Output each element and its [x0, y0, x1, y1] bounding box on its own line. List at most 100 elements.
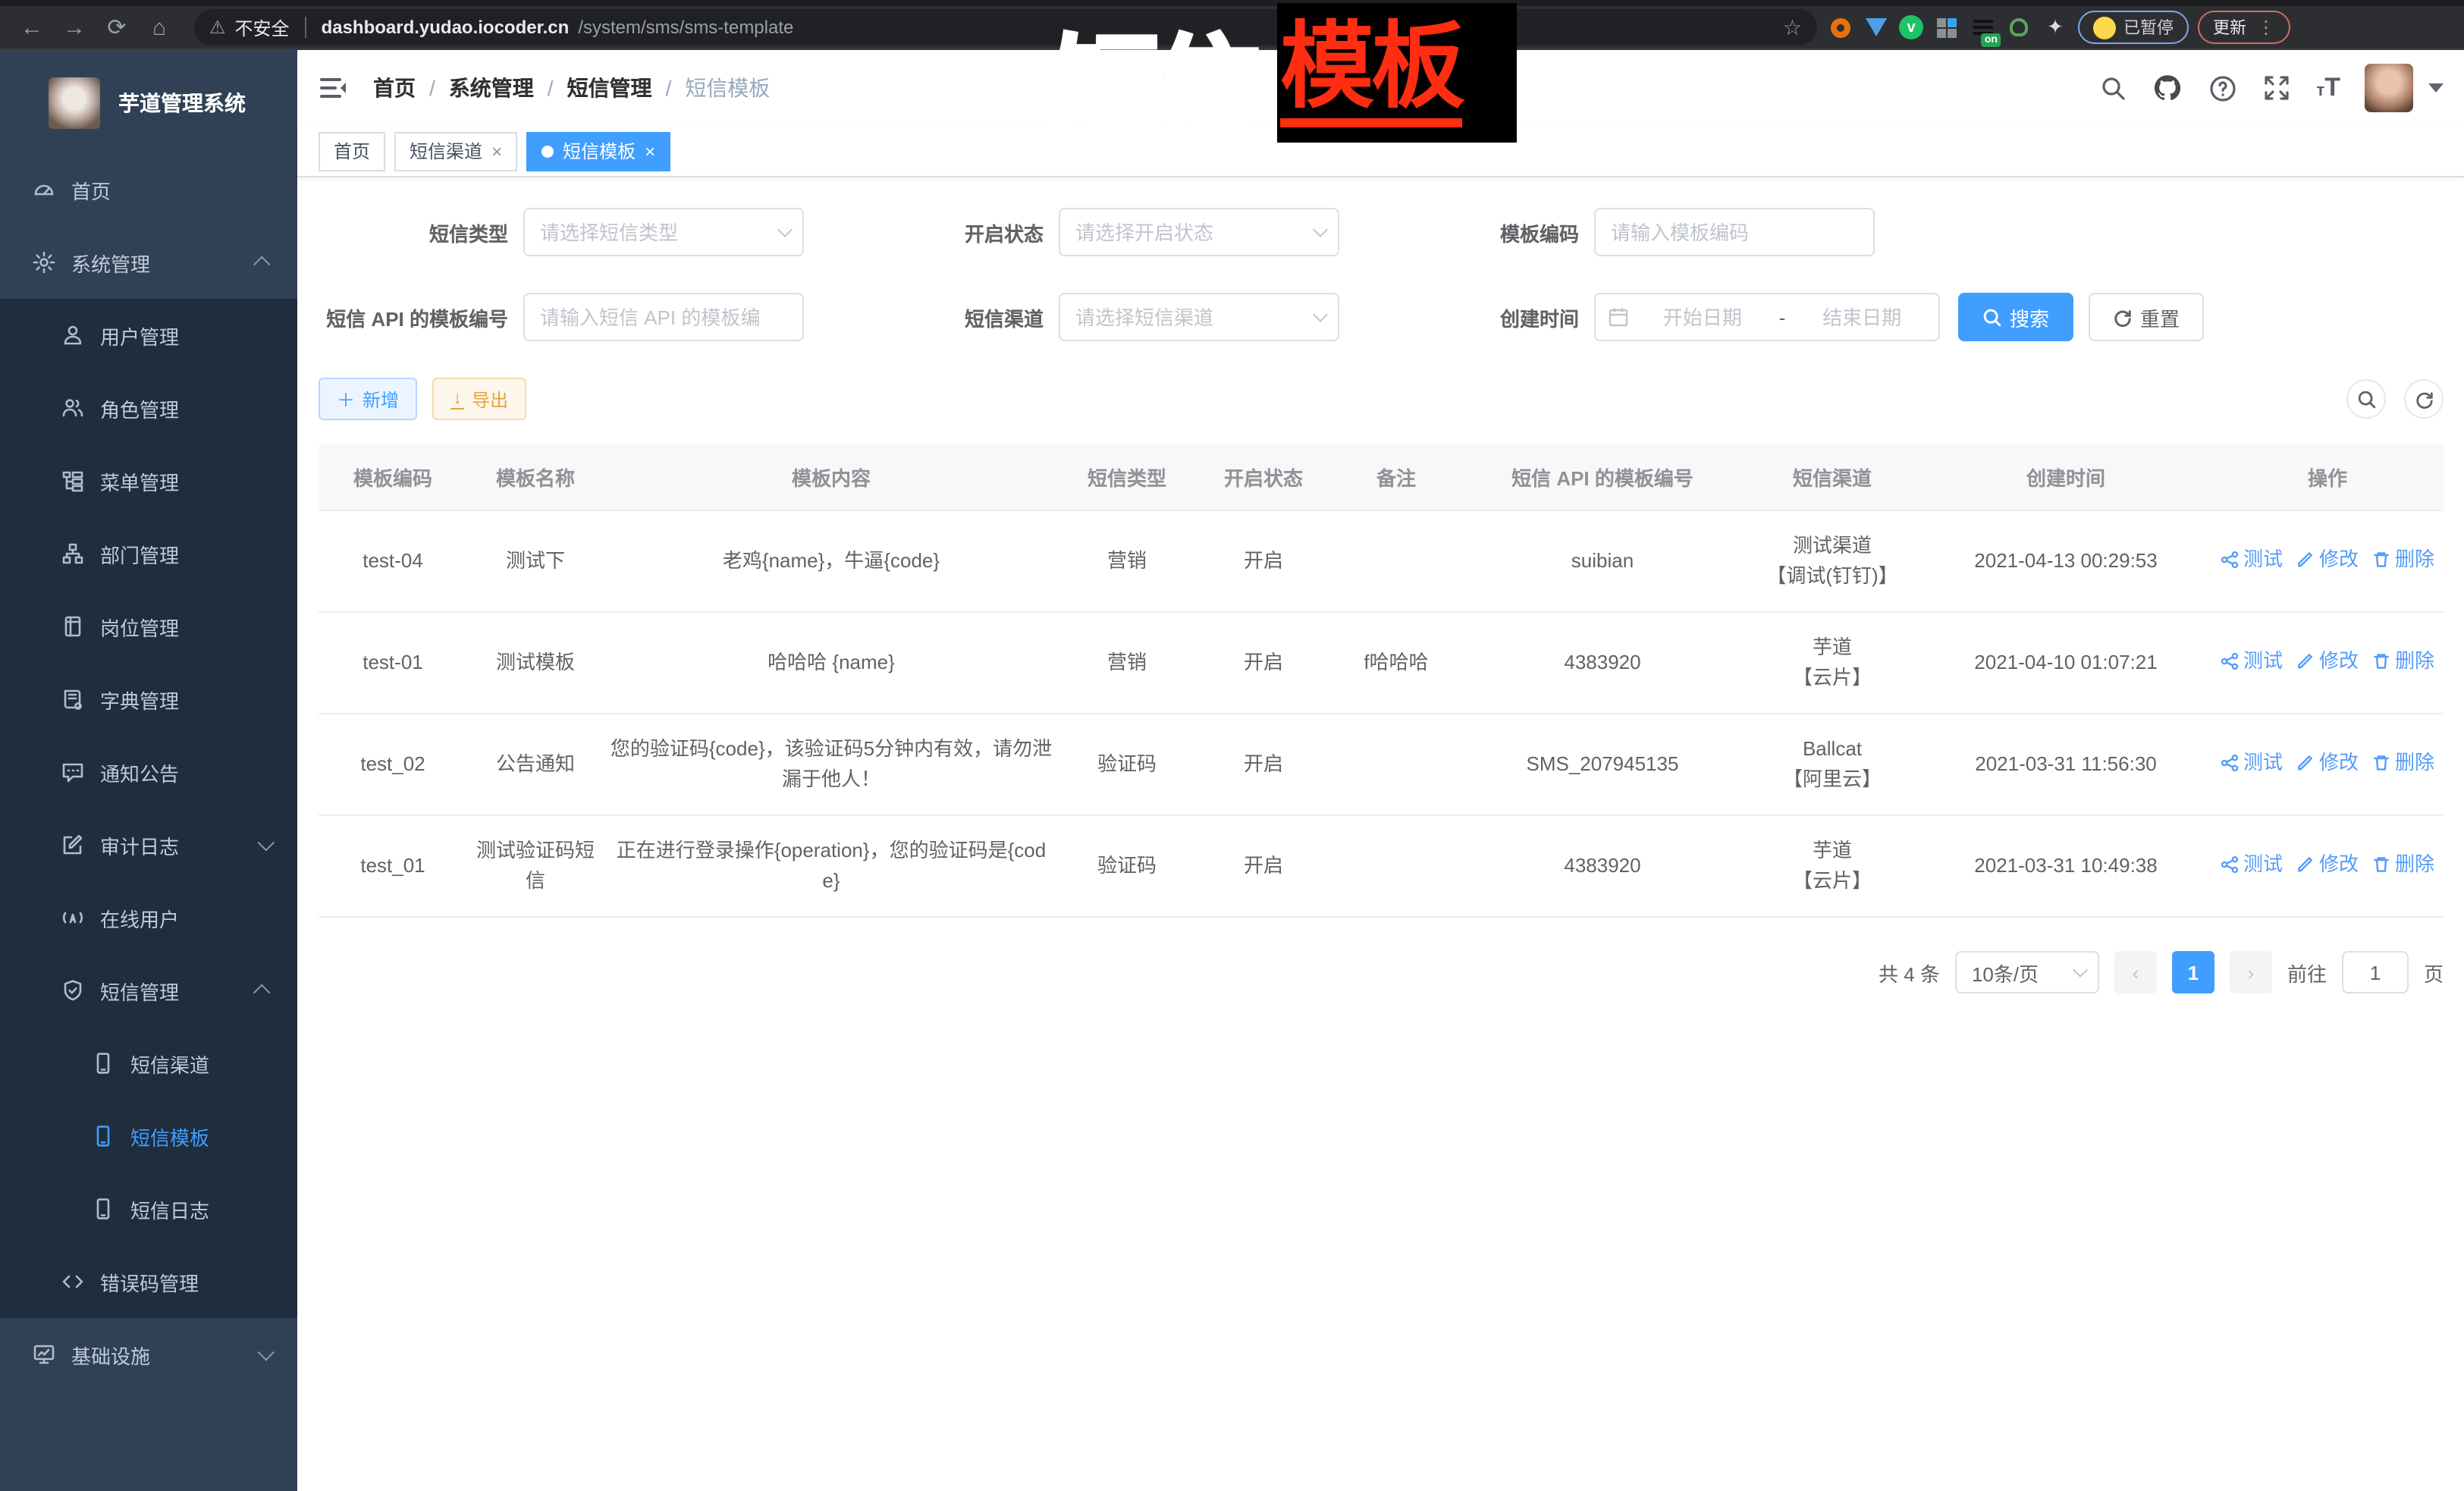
template-code-input[interactable] [1608, 219, 1861, 245]
sidebar-item-departments[interactable]: 部门管理 [0, 517, 297, 590]
page-size-value[interactable] [1969, 959, 2066, 985]
export-button[interactable]: ↓ 导出 [432, 378, 526, 420]
search-button[interactable]: 搜索 [1958, 293, 2073, 341]
add-button[interactable]: ＋ 新增 [319, 378, 417, 420]
toggle-search-button[interactable] [2346, 379, 2386, 419]
date-range-picker[interactable]: - [1594, 293, 1940, 341]
close-icon[interactable]: × [645, 140, 655, 162]
sidebar-item-sms-channel[interactable]: 短信渠道 [0, 1027, 297, 1100]
extension-orange-icon[interactable] [1826, 14, 1853, 41]
sidebar-item-posts[interactable]: 岗位管理 [0, 590, 297, 663]
sidebar-item-audit-logs[interactable]: 审计日志 [0, 808, 297, 881]
sidebar-item-error-codes[interactable]: 错误码管理 [0, 1245, 297, 1318]
cell-channel: Ballcat 【阿里云】 [1744, 714, 1920, 815]
close-icon[interactable]: × [491, 140, 502, 162]
prev-page-button[interactable]: ‹ [2114, 951, 2157, 993]
breadcrumb-sms[interactable]: 短信管理 [567, 73, 652, 103]
delete-link[interactable]: 删除 [2372, 849, 2434, 880]
cell-code: test_01 [319, 815, 467, 917]
bookmark-star-icon[interactable]: ☆ [1783, 14, 1802, 40]
tab-home[interactable]: 首页 [319, 131, 385, 171]
goto-page-input[interactable] [2356, 959, 2395, 985]
goto-label: 前往 [2287, 958, 2327, 987]
sidebar-item-infrastructure[interactable]: 基础设施 [0, 1318, 297, 1391]
template-code-field[interactable] [1594, 208, 1875, 256]
extension-gem-icon[interactable] [1863, 14, 1890, 41]
sidebar-item-label: 首页 [71, 175, 111, 204]
status-select-input[interactable] [1072, 219, 1306, 245]
delete-link[interactable]: 删除 [2372, 748, 2434, 778]
sidebar-item-sms-template[interactable]: 短信模板 [0, 1100, 297, 1172]
refresh-button[interactable] [2404, 379, 2444, 419]
github-icon[interactable] [2152, 73, 2183, 103]
chrome-menu-icon[interactable]: ⋮ [2257, 17, 2275, 38]
sidebar-item-users[interactable]: 用户管理 [0, 299, 297, 372]
sidebar-item-online-users[interactable]: 在线用户 [0, 881, 297, 954]
monitor-icon [32, 1342, 56, 1367]
test-link[interactable]: 测试 [2221, 748, 2283, 778]
test-link[interactable]: 测试 [2221, 646, 2283, 676]
api-template-id-field[interactable] [523, 293, 804, 341]
reset-button[interactable]: 重置 [2089, 293, 2204, 341]
font-size-icon[interactable]: тT [2316, 73, 2340, 103]
edit-link[interactable]: 修改 [2296, 646, 2359, 676]
status-select[interactable] [1059, 208, 1339, 256]
sidebar-toggle-icon[interactable] [319, 73, 349, 103]
sidebar-item-sms-log[interactable]: 短信日志 [0, 1172, 297, 1245]
book-icon [61, 687, 85, 711]
filter-api-template-id: 短信 API 的模板编号 [319, 293, 804, 341]
extension-v-icon[interactable]: v [1899, 15, 1923, 39]
sidebar-item-roles[interactable]: 角色管理 [0, 372, 297, 444]
sidebar-item-sms[interactable]: 短信管理 [0, 954, 297, 1027]
cell-status: 开启 [1195, 612, 1332, 714]
test-link[interactable]: 测试 [2221, 545, 2283, 575]
date-start-input[interactable] [1638, 304, 1767, 330]
breadcrumb-home[interactable]: 首页 [373, 73, 416, 103]
update-label: 更新 [2213, 15, 2246, 39]
sidebar-item-system[interactable]: 系统管理 [0, 226, 297, 299]
sidebar-item-dicts[interactable]: 字典管理 [0, 663, 297, 736]
address-bar[interactable]: ⚠ 不安全 dashboard.yudao.iocoder.cn /system… [194, 9, 1817, 46]
phone-icon [91, 1197, 115, 1221]
channel-provider: 【调试(钉钉)】 [1750, 561, 1914, 592]
sidebar-item-home[interactable]: 首页 [0, 153, 297, 226]
user-avatar[interactable] [2365, 64, 2413, 112]
test-link[interactable]: 测试 [2221, 849, 2283, 880]
tab-sms-channel[interactable]: 短信渠道 × [394, 131, 517, 171]
help-icon[interactable] [2207, 73, 2237, 103]
page-size-select[interactable] [1955, 951, 2099, 993]
edit-link[interactable]: 修改 [2296, 748, 2359, 778]
breadcrumb-system[interactable]: 系统管理 [449, 73, 534, 103]
edit-link[interactable]: 修改 [2296, 849, 2359, 880]
tab-sms-template[interactable]: 短信模板 × [526, 131, 670, 171]
sidebar-item-menus[interactable]: 菜单管理 [0, 444, 297, 517]
chrome-update-button[interactable]: 更新 ⋮ [2198, 11, 2290, 44]
extension-figure-icon[interactable] [2005, 14, 2032, 41]
api-template-id-input[interactable] [537, 304, 790, 330]
extension-grid-icon[interactable] [1932, 14, 1960, 41]
next-page-button[interactable]: › [2230, 951, 2272, 993]
channel-select-input[interactable] [1072, 304, 1306, 330]
browser-forward-icon[interactable]: → [58, 11, 91, 44]
header-search-icon[interactable] [2098, 73, 2128, 103]
delete-link[interactable]: 删除 [2372, 545, 2434, 575]
extension-list-icon[interactable]: on [1969, 14, 1996, 41]
channel-select[interactable] [1059, 293, 1339, 341]
sms-type-select[interactable] [523, 208, 804, 256]
browser-reload-icon[interactable]: ⟳ [100, 11, 133, 44]
page-1-button[interactable]: 1 [2172, 951, 2214, 993]
delete-link[interactable]: 删除 [2372, 646, 2434, 676]
table-header-row: 模板编码 模板名称 模板内容 短信类型 开启状态 备注 短信 API 的模板编号… [319, 444, 2444, 510]
fullscreen-icon[interactable] [2262, 73, 2292, 103]
browser-back-icon[interactable]: ← [15, 11, 49, 44]
profile-paused-chip[interactable]: 已暂停 [2078, 11, 2189, 44]
sms-type-select-input[interactable] [537, 219, 771, 245]
extensions-puzzle-icon[interactable]: ✦ [2042, 14, 2069, 41]
goto-page-field[interactable] [2342, 951, 2409, 993]
edit-link[interactable]: 修改 [2296, 545, 2359, 575]
avatar-caret-icon[interactable] [2428, 83, 2444, 93]
browser-home-icon[interactable]: ⌂ [143, 11, 176, 44]
date-end-input[interactable] [1797, 304, 1926, 330]
sidebar-item-notices[interactable]: 通知公告 [0, 736, 297, 808]
sidebar: 芋道管理系统 首页 系统管理 用户管 [0, 50, 297, 1491]
